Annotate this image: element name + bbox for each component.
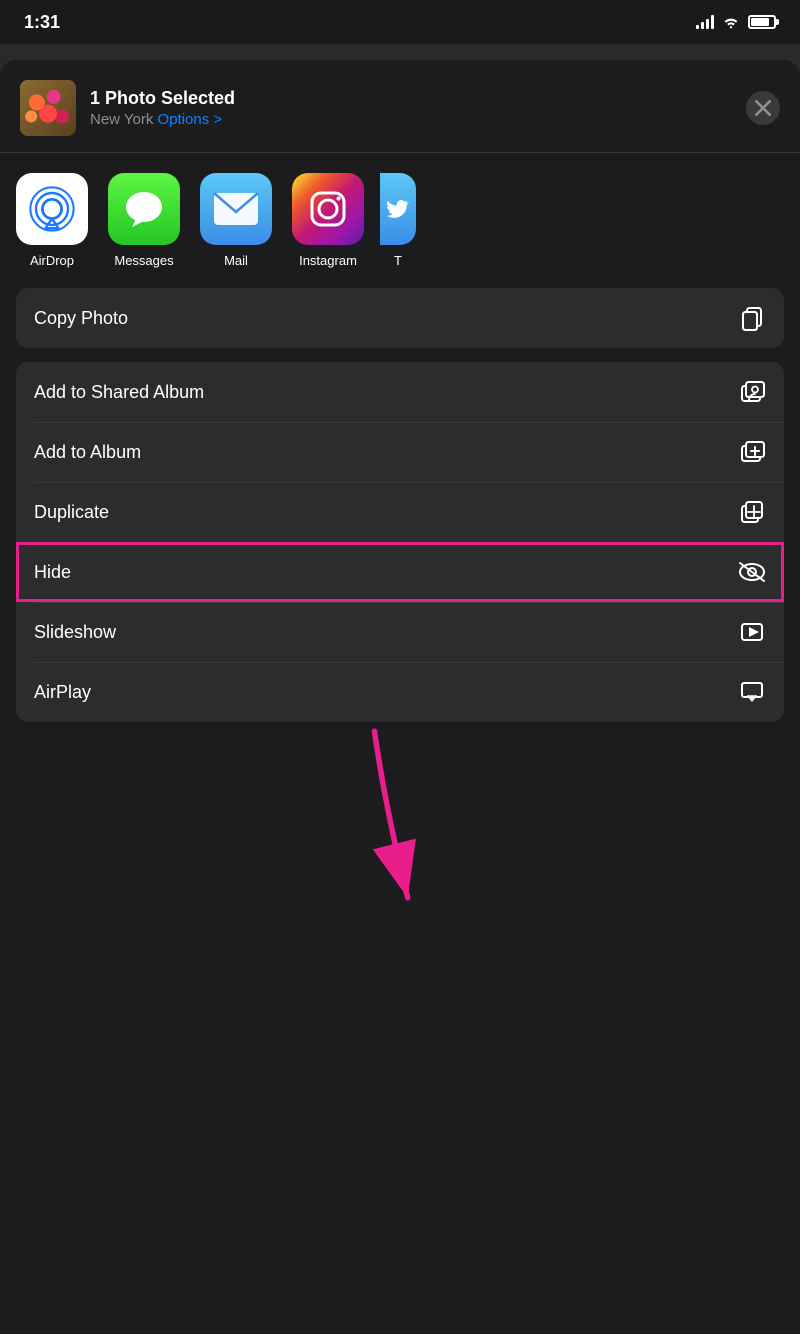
menu-item-duplicate[interactable]: Duplicate (16, 482, 784, 542)
app-item-twitter[interactable]: T (380, 173, 416, 268)
menu-item-add-album[interactable]: Add to Album (16, 422, 784, 482)
messages-icon-bg (108, 173, 180, 245)
mail-logo (213, 192, 259, 226)
share-title: 1 Photo Selected (90, 88, 732, 109)
duplicate-icon (738, 498, 766, 526)
mail-label: Mail (224, 253, 248, 268)
instagram-icon-bg (292, 173, 364, 245)
menu-item-slideshow[interactable]: Slideshow (16, 602, 784, 662)
share-header: 1 Photo Selected New York Options > (0, 60, 800, 153)
airplay-icon (738, 678, 766, 706)
wifi-icon (722, 15, 740, 29)
app-item-messages[interactable]: Messages (104, 173, 184, 268)
close-icon (755, 100, 771, 116)
menu-item-copy-photo[interactable]: Copy Photo (16, 288, 784, 348)
messages-label: Messages (114, 253, 173, 268)
twitter-logo (384, 196, 410, 222)
close-button[interactable] (746, 91, 780, 125)
airdrop-icon-bg (16, 173, 88, 245)
photo-thumbnail (20, 80, 76, 136)
apps-row: AirDrop Messages Mail (0, 153, 800, 288)
options-link[interactable]: Options > (158, 111, 223, 128)
app-item-mail[interactable]: Mail (196, 173, 276, 268)
instagram-label: Instagram (299, 253, 357, 268)
slideshow-icon (738, 618, 766, 646)
copy-icon (738, 304, 766, 332)
app-item-instagram[interactable]: Instagram (288, 173, 368, 268)
mail-icon-bg (200, 173, 272, 245)
twitter-icon-partial (380, 173, 416, 245)
menu-item-hide[interactable]: Hide (16, 542, 784, 602)
share-subtitle: New York Options > (90, 111, 732, 128)
instagram-logo (307, 188, 349, 230)
menu-item-add-shared-album[interactable]: Add to Shared Album (16, 362, 784, 422)
status-bar: 1:31 (0, 0, 800, 44)
airdrop-logo (28, 185, 76, 233)
add-album-icon (738, 438, 766, 466)
hide-icon (738, 558, 766, 586)
twitter-label: T (394, 253, 402, 268)
header-text: 1 Photo Selected New York Options > (90, 88, 732, 128)
messages-logo (122, 187, 166, 231)
battery-icon (748, 15, 776, 29)
menu-section-1: Copy Photo (16, 288, 784, 348)
status-icons (696, 15, 776, 29)
status-time: 1:31 (24, 12, 60, 33)
airdrop-label: AirDrop (30, 253, 74, 268)
menu-item-airplay[interactable]: AirPlay (16, 662, 784, 722)
menu-section-2: Add to Shared Album Add to Album (16, 362, 784, 722)
app-item-airdrop[interactable]: AirDrop (12, 173, 92, 268)
share-sheet: 1 Photo Selected New York Options > (0, 60, 800, 1334)
shared-album-icon (738, 378, 766, 406)
signal-icon (696, 15, 714, 29)
